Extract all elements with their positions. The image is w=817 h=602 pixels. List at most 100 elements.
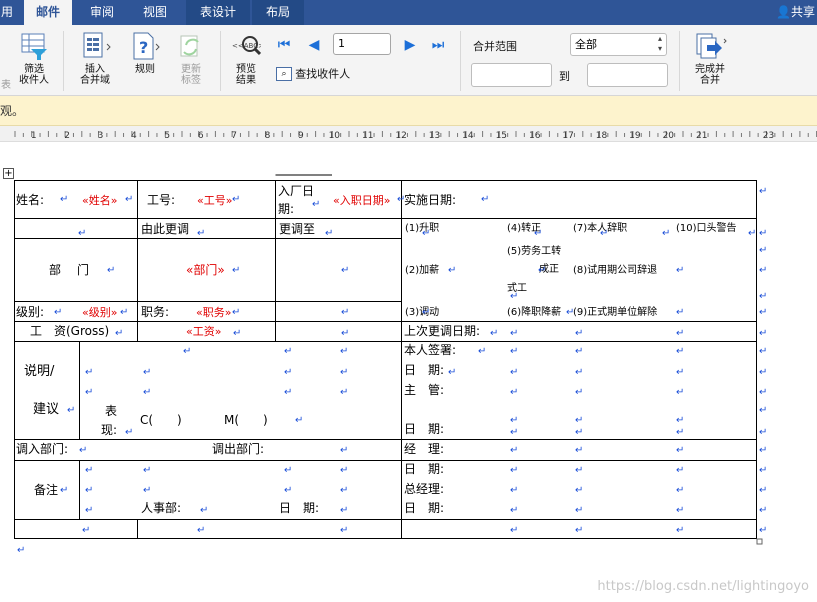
paragraph-mark: ↵ (340, 465, 349, 476)
paragraph-mark: ↵ (60, 194, 69, 205)
tab-view[interactable]: 视图 (133, 0, 177, 25)
paragraph-mark: ↵ (232, 307, 241, 318)
salary-merge-field[interactable]: «工资» (186, 325, 221, 339)
filter-recipients-button[interactable]: 筛选 收件人 (14, 31, 54, 86)
tab-mailings[interactable]: 邮件 (24, 0, 72, 25)
paragraph-mark: ↵ (143, 485, 152, 496)
insert-merge-field-label: 插入 合并域 (80, 64, 110, 86)
paragraph-mark: ↵ (397, 194, 406, 205)
department-label: 部 门 (49, 263, 92, 277)
insert-merge-field-button[interactable]: 插入 合并域 (74, 31, 116, 86)
tab-partial[interactable]: 用 (0, 0, 14, 25)
ruler-number: 23 (763, 131, 774, 141)
paragraph-mark: ↵ (510, 291, 519, 302)
paragraph-mark: ↵ (676, 387, 685, 398)
ruler-number: 13 (429, 131, 440, 141)
paragraph-mark: ↵ (340, 505, 349, 516)
tab-table-design[interactable]: 表设计 (186, 0, 250, 25)
finish-merge-icon (696, 33, 727, 59)
word-window: 用 邮件 审阅 视图 表设计 布局 👤共享 表 筛选 收件人 插入 合并域 ? … (0, 0, 817, 602)
level-merge-field[interactable]: «级别» (82, 306, 117, 320)
next-record-button[interactable]: ▶ (400, 35, 420, 55)
notes-label-line1: 说明/ (24, 364, 55, 379)
horizontal-ruler[interactable]: 1 2 3 4 5 6 7 8 9 10 11 12 13 14 15 16 17 18 19 20 21 23 (0, 126, 817, 142)
paragraph-mark: ↵ (233, 328, 242, 339)
ruler-number: 20 (663, 131, 675, 141)
paragraph-mark: ↵ (759, 427, 768, 438)
option-termination: (9)正式期单位解除 (573, 307, 658, 318)
paragraph-mark: ↵ (284, 367, 293, 378)
paragraph-mark: ↵ (340, 485, 349, 496)
preview-results-button[interactable]: <<ABC>> 预览 结果 (228, 31, 264, 86)
paragraph-mark: ↵ (575, 465, 584, 476)
last-record-button[interactable]: ⏭ (428, 35, 448, 55)
paragraph-mark: ↵ (575, 367, 584, 378)
next-record-icon: ▶ (404, 37, 416, 53)
merge-range-from-input[interactable] (471, 63, 552, 87)
paragraph-mark: ↵ (575, 445, 584, 456)
paragraph-mark: ↵ (676, 525, 685, 536)
watermark: https://blog.csdn.net/lightingoyo (597, 579, 809, 594)
option-demotion: (6)降职降薪 (507, 307, 562, 318)
hr-dept-label: 人事部: (141, 501, 182, 515)
ruler-number: 15 (496, 131, 507, 141)
paragraph-mark: ↵ (538, 265, 547, 276)
paragraph-mark: ↵ (340, 525, 349, 536)
paragraph-mark: ↵ (341, 328, 350, 339)
merge-range-to-input[interactable] (587, 63, 668, 87)
paragraph-mark: ↵ (284, 485, 293, 496)
previous-record-button[interactable]: ◀ (304, 35, 324, 55)
ruler-number: 8 (265, 131, 271, 141)
preview-abc-icon: <<ABC>> (232, 36, 261, 56)
paragraph-mark: ↵ (183, 346, 192, 357)
join-date-merge-field[interactable]: «入职日期» (333, 194, 390, 208)
paragraph-mark: ↵ (759, 367, 768, 378)
merge-range-select[interactable]: 全部 ▴ ▾ (570, 33, 667, 56)
paragraph-mark: ↵ (340, 367, 349, 378)
paragraph-mark: ↵ (566, 307, 575, 318)
paragraph-mark: ↵ (759, 405, 768, 416)
department-merge-field[interactable]: «部门» (186, 263, 225, 277)
paragraph-mark: ↵ (676, 485, 685, 496)
paragraph-mark: ↵ (510, 505, 519, 516)
paragraph-mark: ↵ (422, 228, 431, 239)
paragraph-mark: ↵ (60, 485, 69, 496)
c-rating: C( ) (140, 413, 182, 427)
position-merge-field[interactable]: «职务» (196, 306, 231, 320)
finish-merge-button[interactable]: 完成并 合并 (688, 31, 732, 86)
salary-label: 工 资(Gross) (30, 324, 110, 338)
find-recipient-button[interactable]: ⌕ 查找收件人 (276, 67, 366, 81)
paragraph-mark: ↵ (85, 465, 94, 476)
tab-review[interactable]: 审阅 (80, 0, 124, 25)
paragraph-mark: ↵ (200, 505, 209, 516)
tab-layout[interactable]: 布局 (252, 0, 304, 25)
ruler-number: 7 (231, 131, 237, 141)
paragraph-mark: ↵ (284, 387, 293, 398)
paragraph-mark: ↵ (422, 307, 431, 318)
paragraph-mark: ↵ (759, 445, 768, 456)
paragraph-mark: ↵ (120, 307, 129, 318)
ruler-number: 10 (329, 131, 341, 141)
ribbon-separator (63, 31, 64, 91)
paragraph-mark: ↵ (676, 346, 685, 357)
option-labor-convert: (5)劳务工转 (507, 246, 562, 257)
first-record-icon: ⏮ (277, 37, 291, 53)
ruler-number: 2 (64, 131, 70, 141)
paragraph-mark: ↵ (510, 525, 519, 536)
paragraph-mark: ↵ (575, 485, 584, 496)
find-recipient-icon: ⌕ (276, 67, 292, 81)
previous-record-icon: ◀ (308, 37, 320, 53)
first-record-button[interactable]: ⏮ (274, 35, 294, 55)
update-labels-icon (180, 35, 199, 57)
employee-id-merge-field[interactable]: «工号» (197, 194, 232, 208)
option-probation-dismissal: (8)试用期公司辞退 (573, 265, 658, 276)
name-merge-field[interactable]: «姓名» (82, 194, 117, 208)
share-button[interactable]: 👤共享 (776, 0, 817, 25)
paragraph-mark: ↵ (85, 485, 94, 496)
record-number-input[interactable]: 1 (333, 33, 391, 55)
paragraph-mark: ↵ (510, 346, 519, 357)
update-labels-button[interactable]: 更新 标签 (172, 31, 210, 86)
rules-button[interactable]: ? 规则 (126, 31, 164, 75)
paragraph-mark: ↵ (575, 387, 584, 398)
preview-results-label: 预览 结果 (236, 64, 256, 86)
